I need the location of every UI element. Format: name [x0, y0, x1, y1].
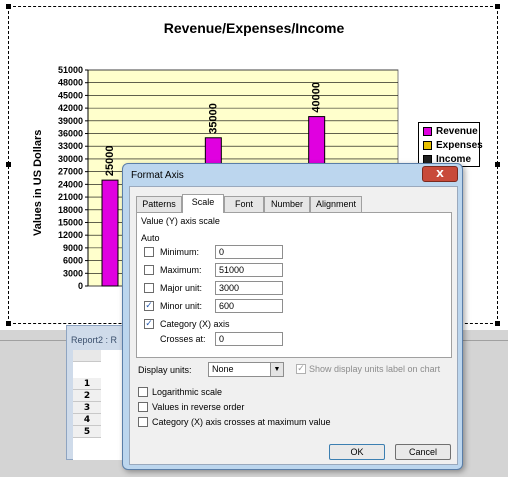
y-tick-label: 6000: [63, 256, 83, 266]
chart-legend[interactable]: Revenue Expenses Income: [418, 122, 483, 167]
y-tick-label: 42000: [58, 103, 83, 113]
reverse-order-label: Values in reverse order: [152, 402, 245, 412]
y-tick-label: 18000: [58, 205, 83, 215]
report-row-2[interactable]: 2: [73, 390, 101, 402]
bar-data-label: 40000: [311, 82, 323, 113]
crosses-at-label: Crosses at:: [160, 334, 206, 344]
minimum-input[interactable]: 0: [215, 245, 283, 259]
report-window-title: Report2 : R: [71, 335, 118, 345]
logarithmic-scale-checkbox[interactable]: [138, 387, 148, 397]
legend-item-revenue: Revenue: [423, 125, 478, 139]
y-tick-label: 12000: [58, 230, 83, 240]
show-units-label-checkbox[interactable]: ✓: [296, 364, 306, 374]
chevron-down-icon[interactable]: ▼: [270, 363, 283, 376]
major-unit-auto-checkbox[interactable]: [144, 283, 154, 293]
section-title: Value (Y) axis scale: [141, 216, 220, 226]
maximum-input[interactable]: 51000: [215, 263, 283, 277]
auto-label: Auto: [141, 233, 160, 243]
y-tick-label: 3000: [63, 268, 83, 278]
row-number: 3: [83, 403, 91, 413]
tab-scale[interactable]: Scale: [182, 194, 224, 213]
minor-unit-input[interactable]: 600: [215, 299, 283, 313]
y-tick-label: 21000: [58, 192, 83, 202]
row-number: 4: [83, 415, 91, 425]
reverse-order-checkbox[interactable]: [138, 402, 148, 412]
legend-label-revenue: Revenue: [436, 126, 478, 137]
y-tick-label: 33000: [58, 141, 83, 151]
maximum-label: Maximum:: [160, 265, 202, 275]
crosses-at-max-label: Category (X) axis crosses at maximum val…: [152, 417, 331, 427]
logarithmic-scale-label: Logarithmic scale: [152, 387, 223, 397]
display-units-value: None: [212, 364, 234, 374]
legend-label-expenses: Expenses: [436, 140, 483, 151]
category-axis-label: Category (X) axis: [160, 319, 230, 329]
y-tick-label: 36000: [58, 129, 83, 139]
y-tick-label: 45000: [58, 90, 83, 100]
minimum-auto-checkbox[interactable]: [144, 247, 154, 257]
report-row-3[interactable]: 3: [73, 402, 101, 414]
legend-swatch-revenue: [423, 126, 432, 136]
y-tick-label: 51000: [58, 65, 83, 75]
y-tick-label: 15000: [58, 217, 83, 227]
row-number: 5: [83, 427, 91, 437]
maximum-auto-checkbox[interactable]: [144, 265, 154, 275]
y-tick-label: 9000: [63, 243, 83, 253]
report-row-5[interactable]: 5: [73, 426, 101, 438]
crosses-at-input[interactable]: 0: [215, 332, 283, 346]
ok-button[interactable]: OK: [329, 444, 385, 460]
major-unit-label: Major unit:: [160, 283, 203, 293]
bar-data-label: 25000: [104, 146, 116, 177]
y-tick-label: 0: [78, 281, 83, 291]
report-row-4[interactable]: 4: [73, 414, 101, 426]
minor-unit-label: Minor unit:: [160, 301, 203, 311]
y-tick-label: 24000: [58, 179, 83, 189]
scale-tab-panel: Value (Y) axis scale Auto Minimum: 0 Max…: [136, 212, 452, 358]
bar-revenue: [101, 179, 119, 287]
y-tick-label: 48000: [58, 78, 83, 88]
legend-swatch-expenses: [423, 140, 432, 150]
legend-item-expenses: Expenses: [423, 139, 483, 153]
y-tick-label: 27000: [58, 167, 83, 177]
bar-data-label: 35000: [207, 103, 219, 134]
y-tick-label: 39000: [58, 116, 83, 126]
tab-patterns[interactable]: Patterns: [136, 196, 182, 212]
report-row-1[interactable]: 1: [73, 378, 101, 390]
minimum-label: Minimum:: [160, 247, 200, 257]
cancel-button[interactable]: Cancel: [395, 444, 451, 460]
crosses-at-max-checkbox[interactable]: [138, 417, 148, 427]
tab-font[interactable]: Font: [224, 196, 264, 212]
major-unit-input[interactable]: 3000: [215, 281, 283, 295]
display-units-label: Display units:: [138, 365, 192, 375]
tab-alignment[interactable]: Alignment: [310, 196, 362, 212]
report-header-cell: [73, 350, 101, 362]
dialog-title: Format Axis: [131, 170, 184, 181]
tab-number[interactable]: Number: [264, 196, 310, 212]
row-number: 2: [83, 391, 91, 401]
minor-unit-auto-checkbox[interactable]: ✓: [144, 301, 154, 311]
show-units-label-text: Show display units label on chart: [309, 364, 441, 374]
close-button[interactable]: X: [422, 166, 458, 182]
format-axis-dialog[interactable]: Format Axis X Patterns Scale Font Number…: [122, 163, 463, 470]
display-units-select[interactable]: None ▼: [208, 362, 284, 377]
category-axis-auto-checkbox[interactable]: ✓: [144, 319, 154, 329]
row-number: 1: [83, 379, 91, 389]
y-tick-label: 30000: [58, 154, 83, 164]
dialog-body: Patterns Scale Font Number Alignment Val…: [129, 186, 458, 465]
